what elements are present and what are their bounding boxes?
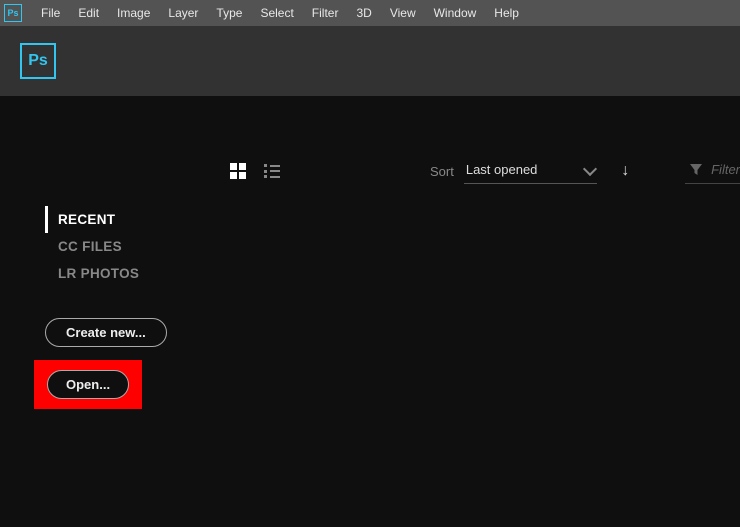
main-content: Sort Last opened ↓ Filter RECENT CC FILE…	[0, 96, 740, 527]
sidebar-item-cc-files[interactable]: CC FILES	[45, 233, 185, 260]
menu-view[interactable]: View	[381, 0, 425, 26]
view-sort-row: Sort Last opened ↓ Filter	[0, 151, 740, 191]
chevron-down-icon	[585, 167, 595, 173]
grid-view-icon[interactable]	[230, 163, 246, 179]
view-toggles	[230, 163, 280, 179]
menu-image[interactable]: Image	[108, 0, 159, 26]
action-buttons: Create new... Open...	[45, 318, 167, 347]
funnel-icon	[689, 163, 703, 177]
filter-group[interactable]: Filter	[685, 158, 740, 184]
open-button[interactable]: Open...	[47, 370, 129, 399]
menu-file[interactable]: File	[32, 0, 69, 26]
menu-edit[interactable]: Edit	[69, 0, 108, 26]
menu-window[interactable]: Window	[425, 0, 486, 26]
filter-placeholder: Filter	[711, 162, 740, 177]
create-new-button[interactable]: Create new...	[45, 318, 167, 347]
sidebar-item-recent[interactable]: RECENT	[45, 206, 185, 233]
sidebar-nav: RECENT CC FILES LR PHOTOS	[45, 206, 185, 287]
app-icon-text: Ps	[7, 8, 18, 18]
menu-3d[interactable]: 3D	[347, 0, 380, 26]
menu-bar: Ps File Edit Image Layer Type Select Fil…	[0, 0, 740, 26]
menu-filter[interactable]: Filter	[303, 0, 348, 26]
highlight-annotation: Open...	[34, 360, 142, 409]
list-view-icon[interactable]	[264, 164, 280, 178]
sort-value: Last opened	[466, 162, 538, 177]
sidebar-item-lr-photos[interactable]: LR PHOTOS	[45, 260, 185, 287]
menu-help[interactable]: Help	[485, 0, 528, 26]
sort-group: Sort Last opened ↓	[430, 158, 629, 184]
menu-layer[interactable]: Layer	[159, 0, 207, 26]
sort-direction-icon[interactable]: ↓	[621, 162, 629, 180]
app-icon-small: Ps	[4, 4, 22, 22]
toolbar: Ps	[0, 26, 740, 96]
sort-label: Sort	[430, 164, 454, 179]
sort-dropdown[interactable]: Last opened	[464, 158, 598, 184]
menu-type[interactable]: Type	[207, 0, 251, 26]
app-icon-large: Ps	[20, 43, 56, 79]
app-icon-large-text: Ps	[28, 52, 48, 70]
menu-select[interactable]: Select	[251, 0, 302, 26]
